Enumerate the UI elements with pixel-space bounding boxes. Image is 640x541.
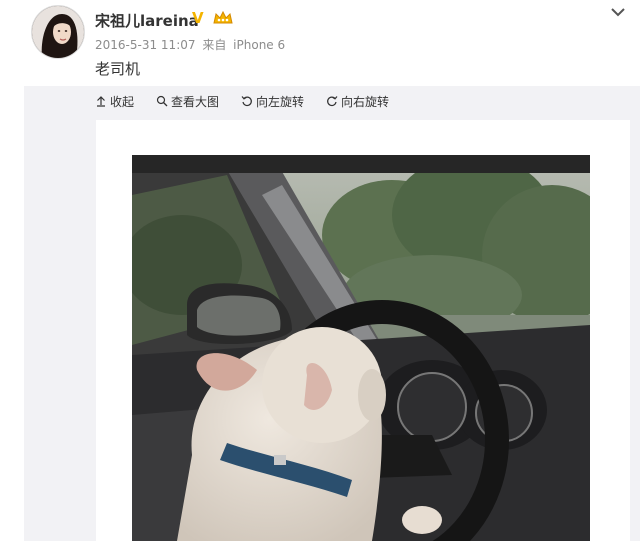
media-toolbar: 收起 查看大图 向左旋转 向右旋转	[95, 90, 389, 112]
weibo-post: 宋祖儿lareina V 2016-5-31 11:07 来自 iPhone 6…	[0, 0, 640, 541]
photo-image	[132, 155, 590, 541]
collapse-label: 收起	[110, 94, 135, 109]
rotate-cw-icon	[327, 96, 338, 107]
vip-crown-icon	[212, 9, 234, 27]
dog-driving-car-photo[interactable]	[132, 155, 590, 541]
view-large-label: 查看大图	[171, 94, 220, 109]
chevron-down-icon[interactable]	[608, 4, 628, 20]
post-text: 老司机	[95, 60, 141, 78]
avatar[interactable]	[32, 6, 84, 58]
rotate-right-button[interactable]: 向右旋转	[326, 93, 389, 110]
username[interactable]: 宋祖儿lareina	[95, 10, 199, 31]
arrow-up-icon	[97, 96, 105, 107]
verified-v-icon: V	[192, 9, 204, 27]
rotate-ccw-icon	[241, 96, 252, 107]
collapse-button[interactable]: 收起	[95, 93, 134, 110]
device-source[interactable]: iPhone 6	[233, 38, 285, 52]
timestamp[interactable]: 2016-5-31 11:07	[95, 38, 196, 52]
rotate-left-button[interactable]: 向左旋转	[241, 93, 304, 110]
post-meta: 2016-5-31 11:07 来自 iPhone 6	[95, 36, 288, 53]
magnifier-icon	[156, 95, 168, 107]
rotate-left-label: 向左旋转	[256, 94, 305, 109]
avatar-image	[32, 6, 84, 58]
view-large-button[interactable]: 查看大图	[156, 93, 219, 110]
source-prefix: 来自	[202, 38, 227, 52]
rotate-right-label: 向右旋转	[341, 94, 390, 109]
